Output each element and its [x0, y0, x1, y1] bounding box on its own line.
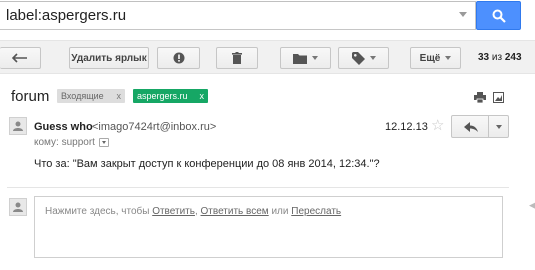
more-actions-text: Ещё — [419, 52, 441, 64]
chevron-down-icon — [445, 56, 452, 60]
toolbar: Удалить ярлык Ещё 33 из 243 — [0, 40, 535, 74]
thread-subject: forum — [11, 88, 50, 105]
label-chip-inbox[interactable]: Входящие x — [57, 89, 125, 103]
folder-icon — [293, 53, 307, 64]
delete-button[interactable] — [216, 47, 258, 69]
label-chip-aspergers[interactable]: aspergers.ru x — [133, 89, 208, 103]
move-to-button[interactable] — [280, 47, 331, 69]
search-bar: label:aspergers.ru — [0, 0, 535, 32]
remove-label-icon[interactable]: x — [117, 89, 122, 103]
counter-total: 243 — [504, 52, 522, 63]
search-options-dropdown[interactable] — [459, 12, 467, 17]
remove-label-button[interactable]: Удалить ярлык — [69, 47, 149, 69]
message-counter: 33 из 243 — [478, 52, 522, 63]
remove-label-icon[interactable]: x — [200, 89, 205, 103]
print-icon[interactable] — [474, 92, 486, 103]
reply-link[interactable]: Ответить — [152, 206, 195, 217]
sender-name[interactable]: Guess who — [34, 121, 93, 133]
new-window-icon[interactable] — [493, 92, 504, 103]
more-message-actions-button[interactable] — [488, 115, 509, 138]
report-spam-icon — [173, 52, 184, 64]
chevron-down-icon — [369, 56, 376, 60]
my-avatar — [9, 198, 27, 216]
reply-box[interactable]: Нажмите здесь, чтобы Ответить, Ответить … — [34, 196, 503, 258]
trash-icon — [232, 52, 242, 64]
star-icon[interactable]: ☆ — [431, 118, 444, 133]
forward-link[interactable]: Переслать — [291, 206, 341, 217]
expand-arrow-icon[interactable]: ◀ — [529, 200, 535, 211]
reply-prompt-or: или — [268, 206, 292, 217]
search-input[interactable]: label:aspergers.ru — [0, 1, 476, 30]
remove-label-text: Удалить ярлык — [71, 52, 147, 64]
counter-range: 33 — [478, 52, 490, 63]
more-actions-button[interactable]: Ещё — [410, 47, 461, 69]
back-to-list-button[interactable] — [0, 47, 41, 69]
tag-icon — [351, 51, 365, 65]
reply-all-link[interactable]: Ответить всем — [201, 206, 269, 217]
reply-arrow-icon — [464, 122, 478, 132]
chevron-down-icon — [312, 56, 318, 60]
message-date: 12.12.13 — [385, 121, 428, 133]
labels-button[interactable] — [338, 47, 389, 69]
message-body: Что за: "Вам закрыт доступ к конференции… — [34, 158, 380, 170]
sender-avatar — [9, 117, 27, 135]
sender-email: <imago7424rt@inbox.ru> — [92, 121, 217, 133]
label-chip-name: aspergers.ru — [137, 91, 188, 101]
report-spam-button[interactable] — [157, 47, 200, 69]
reply-button[interactable] — [451, 115, 489, 138]
reply-prompt-prefix: Нажмите здесь, чтобы — [45, 206, 153, 217]
person-icon — [13, 121, 23, 131]
search-icon — [492, 9, 506, 23]
counter-separator: из — [491, 52, 503, 63]
back-arrow-icon — [12, 53, 27, 63]
person-icon — [13, 202, 23, 212]
search-button[interactable] — [476, 1, 521, 30]
show-details-dropdown[interactable] — [99, 138, 109, 147]
recipient-line: кому: support — [34, 137, 95, 148]
divider — [7, 187, 509, 188]
label-chip-name: Входящие — [61, 91, 104, 101]
